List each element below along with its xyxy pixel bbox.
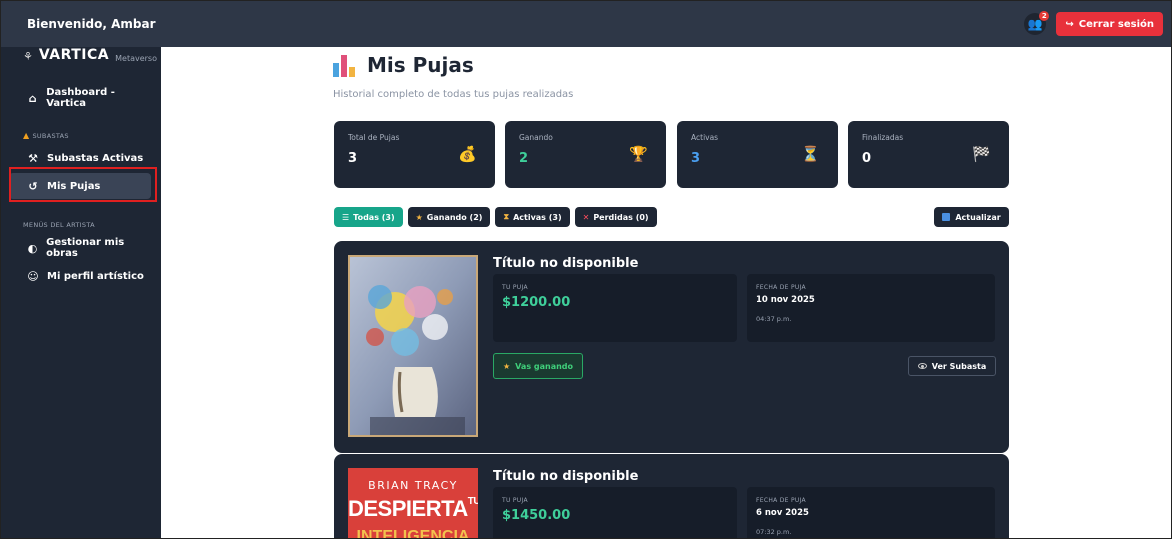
filter-label: Todas (3) — [353, 212, 395, 222]
hourglass-icon: ⏳ — [801, 145, 820, 163]
chart-icon — [333, 53, 357, 77]
page-title: Mis Pujas — [367, 53, 474, 77]
filter-winning-button[interactable]: ★ Ganando (2) — [407, 207, 491, 227]
brand-name: VARTICA — [38, 47, 110, 63]
bid-amount: $1200.00 — [502, 295, 571, 310]
section-label-auctions: ▲ SUBASTAS — [23, 131, 69, 140]
hourglass-icon: ⧗ — [503, 212, 510, 221]
book-cover-thumbnail: BRIAN TRACY DESPIERTATU INTELIGENCIA — [348, 468, 478, 539]
stat-label: Ganando — [519, 133, 553, 142]
artwork-thumbnail — [348, 255, 478, 437]
bid-time: 04:37 p.m. — [756, 315, 792, 323]
fire-icon: ▲ — [23, 131, 30, 140]
book-author: BRIAN TRACY — [368, 479, 458, 492]
main-content: Mis Pujas Historial completo de todas tu… — [161, 47, 1171, 539]
logout-label: Cerrar sesión — [1078, 18, 1154, 30]
bid-amount-label: TU PUJA — [502, 284, 528, 291]
bid-title: Título no disponible — [493, 256, 639, 271]
bid-date: 10 nov 2025 — [756, 295, 815, 305]
view-auction-label: Ver Subasta — [931, 361, 987, 371]
filter-label: Ganando (2) — [426, 212, 483, 222]
home-icon: ⌂ — [28, 91, 37, 105]
bid-card: BRIAN TRACY DESPIERTATU INTELIGENCIA Tít… — [334, 454, 1009, 539]
bid-date-box: FECHA DE PUJA 10 nov 2025 04:37 p.m. — [747, 274, 995, 342]
trophy-icon: 🏆 — [629, 145, 648, 163]
user-icon: ☺ — [27, 269, 39, 283]
top-bar: Bienvenido, Ambar 👥 2 ↪ Cerrar sesión — [1, 1, 1171, 47]
book-title-small: TU — [467, 496, 478, 507]
bid-amount-label: TU PUJA — [502, 497, 528, 504]
bid-date-box: FECHA DE PUJA 6 nov 2025 07:32 p.m. — [747, 487, 995, 538]
status-label: Vas ganando — [515, 361, 574, 371]
status-badge: ★ Vas ganando — [493, 353, 584, 379]
view-auction-button[interactable]: Ver Subasta — [908, 356, 996, 376]
medal-icon: ★ — [415, 212, 423, 222]
filter-lost-button[interactable]: ✕ Perdidas (0) — [574, 207, 657, 227]
refresh-label: Actualizar — [955, 212, 1001, 222]
bid-date-label: FECHA DE PUJA — [756, 284, 806, 291]
eye-icon — [917, 363, 927, 369]
stat-label: Activas — [691, 133, 719, 142]
bid-time: 07:32 p.m. — [756, 528, 792, 536]
sidebar-item-label: Subastas Activas — [47, 152, 144, 164]
stat-card-finished: Finalizadas 0 🏁 — [848, 121, 1009, 188]
bid-date-label: FECHA DE PUJA — [756, 497, 806, 504]
book-title-text: DESPIERTA — [348, 496, 468, 521]
brand-logo: ⚘ VARTICA Metaverso — [23, 47, 157, 63]
sidebar-item-manage-works[interactable]: ◐ Gestionar mis obras — [9, 235, 151, 261]
top-bar-actions: 👥 2 ↪ Cerrar sesión — [1024, 11, 1163, 36]
section-label-text: MENÚS DEL ARTISTA — [23, 221, 95, 229]
app-window: Bienvenido, Ambar 👥 2 ↪ Cerrar sesión ⚘ … — [0, 0, 1172, 539]
filter-label: Activas (3) — [513, 212, 562, 222]
bid-title: Título no disponible — [493, 469, 639, 484]
refresh-icon — [942, 213, 951, 221]
brand-icon: ⚘ — [23, 50, 33, 63]
section-label-artist: MENÚS DEL ARTISTA — [23, 221, 95, 229]
stat-card-active: Activas 3 ⏳ — [677, 121, 838, 188]
medal-icon: ★ — [503, 361, 511, 371]
stat-value: 0 — [862, 151, 872, 166]
filter-tabs: ☰ Todas (3) ★ Ganando (2) ⧗ Activas (3) … — [334, 207, 657, 227]
notifications-button[interactable]: 👥 2 — [1024, 11, 1050, 35]
bid-amount-box: TU PUJA $1450.00 — [493, 487, 737, 538]
notification-badge: 2 — [1039, 11, 1050, 21]
refresh-button[interactable]: Actualizar — [934, 207, 1009, 227]
selection-highlight — [9, 167, 157, 202]
stat-label: Finalizadas — [862, 133, 904, 142]
sidebar-item-artist-profile[interactable]: ☺ Mi perfil artístico — [9, 263, 151, 289]
welcome-text: Bienvenido, Ambar — [27, 17, 156, 31]
stat-card-winning: Ganando 2 🏆 — [505, 121, 666, 188]
checkered-flag-icon: 🏁 — [972, 145, 991, 163]
filter-active-button[interactable]: ⧗ Activas (3) — [495, 207, 570, 227]
bid-amount: $1450.00 — [502, 508, 571, 523]
palette-icon: ◐ — [27, 241, 38, 255]
sidebar-item-label: Mi perfil artístico — [47, 270, 144, 282]
stat-value: 3 — [691, 151, 701, 166]
bid-card: Título no disponible TU PUJA $1200.00 FE… — [334, 241, 1009, 453]
brand-subtitle: Metaverso — [115, 54, 157, 63]
filter-label: Perdidas (0) — [593, 212, 649, 222]
gavel-icon: ⚒ — [28, 151, 38, 165]
stat-label: Total de Pujas — [348, 133, 400, 142]
book-title: DESPIERTATU — [348, 496, 478, 522]
logout-button[interactable]: ↪ Cerrar sesión — [1056, 12, 1163, 36]
stat-card-total: Total de Pujas 3 💰 — [334, 121, 495, 188]
bid-date: 6 nov 2025 — [756, 508, 809, 518]
bid-amount-box: TU PUJA $1200.00 — [493, 274, 737, 342]
book-subtitle: INTELIGENCIA — [356, 528, 470, 539]
page-subtitle: Historial completo de todas tus pujas re… — [333, 89, 574, 100]
sidebar: ⚘ VARTICA Metaverso ⌂ Dashboard - Vartic… — [1, 47, 161, 538]
list-icon: ☰ — [342, 212, 350, 222]
sidebar-item-label: Gestionar mis obras — [46, 237, 125, 259]
sidebar-item-label: Dashboard - Vartica — [46, 87, 115, 109]
money-bag-icon: 💰 — [458, 145, 477, 163]
close-icon: ✕ — [582, 212, 590, 222]
logout-icon: ↪ — [1065, 18, 1074, 30]
stat-value: 3 — [348, 151, 358, 166]
sidebar-item-dashboard[interactable]: ⌂ Dashboard - Vartica — [9, 85, 151, 111]
page-header: Mis Pujas — [333, 53, 474, 77]
filter-all-button[interactable]: ☰ Todas (3) — [334, 207, 403, 227]
stat-value: 2 — [519, 151, 529, 166]
section-label-text: SUBASTAS — [32, 131, 69, 140]
